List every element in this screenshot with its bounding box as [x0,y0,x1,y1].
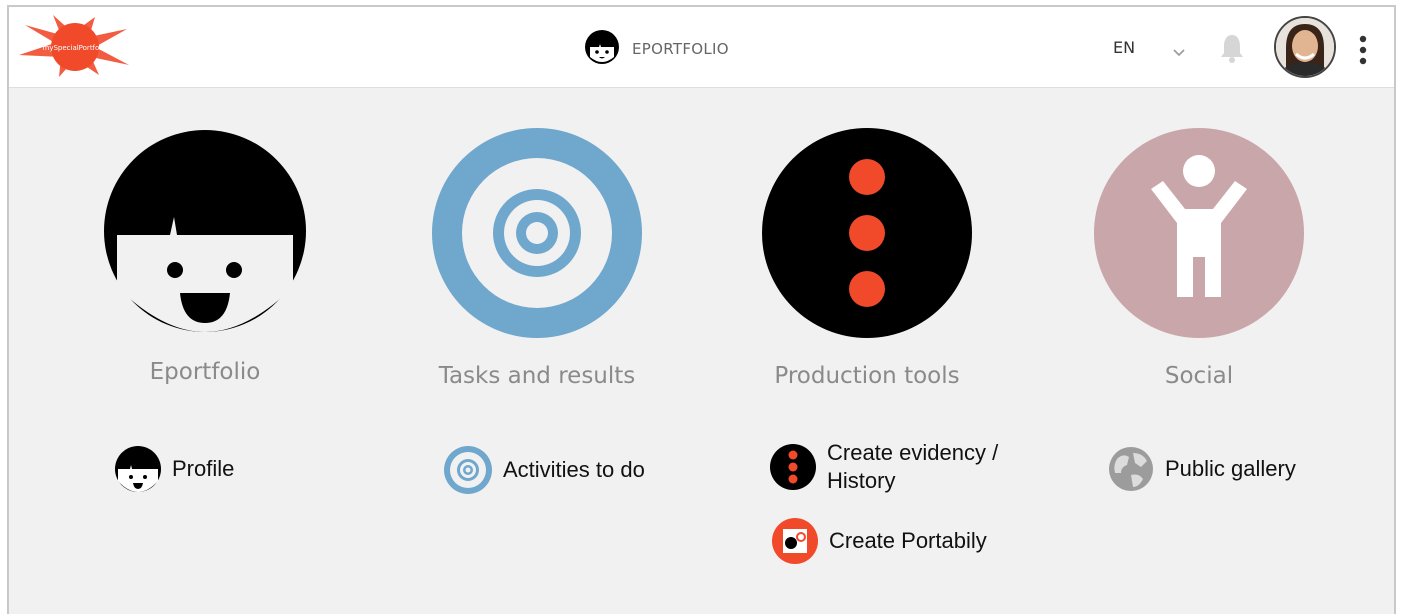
link-label: Create evidency / History [827,439,998,495]
face-icon[interactable] [103,127,307,335]
face-icon [584,29,620,69]
chevron-down-icon[interactable] [1172,43,1186,62]
splat-logo[interactable]: mySpecialPortfolio [15,13,131,79]
dots-icon [770,444,816,490]
module-tasks-and-results[interactable]: Tasks and results [397,127,677,389]
module-social[interactable]: Social [1059,127,1339,389]
user-avatar[interactable] [1274,16,1336,78]
module-title: Tasks and results [438,363,636,389]
link-create-portabily[interactable]: Create Portabily [771,517,987,565]
logo-text: mySpecialPortfolio [43,44,108,52]
module-title: Production tools [774,363,960,389]
link-public-gallery[interactable]: Public gallery [1107,445,1296,493]
link-label: Activities to do [503,457,645,482]
module-title: Social [1164,363,1234,389]
bell-icon[interactable] [1219,32,1245,68]
app-title: EPORTFOLIO [584,29,729,69]
app-title-text: EPORTFOLIO [632,40,729,58]
face-icon [115,446,161,492]
kebab-menu-icon[interactable] [1359,35,1367,69]
dots-icon[interactable] [761,127,973,339]
language-selector[interactable]: EN [1113,38,1135,57]
portabily-icon [772,518,818,564]
link-label: Profile [172,456,235,481]
link-label: Public gallery [1165,456,1296,481]
app-window: mySpecialPortfolio EPORTFOLIO EN Eportfo… [7,5,1396,614]
target-icon [444,446,492,494]
link-label: Create Portabily [829,528,987,553]
link-profile[interactable]: Profile [114,445,234,493]
module-production-tools[interactable]: Production tools [727,127,1007,389]
module-eportfolio[interactable]: Eportfolio [65,127,345,385]
person-arms-up-icon[interactable] [1093,127,1305,339]
target-icon[interactable] [431,127,643,339]
top-bar: mySpecialPortfolio EPORTFOLIO EN [9,7,1394,88]
link-create-evidency-history[interactable]: Create evidency / History [769,439,998,495]
link-activities-to-do[interactable]: Activities to do [443,445,645,495]
link-label-line2: History [827,468,896,493]
link-label-line1: Create evidency / [827,440,999,465]
globe-icon [1109,447,1153,491]
module-title: Eportfolio [149,359,261,385]
